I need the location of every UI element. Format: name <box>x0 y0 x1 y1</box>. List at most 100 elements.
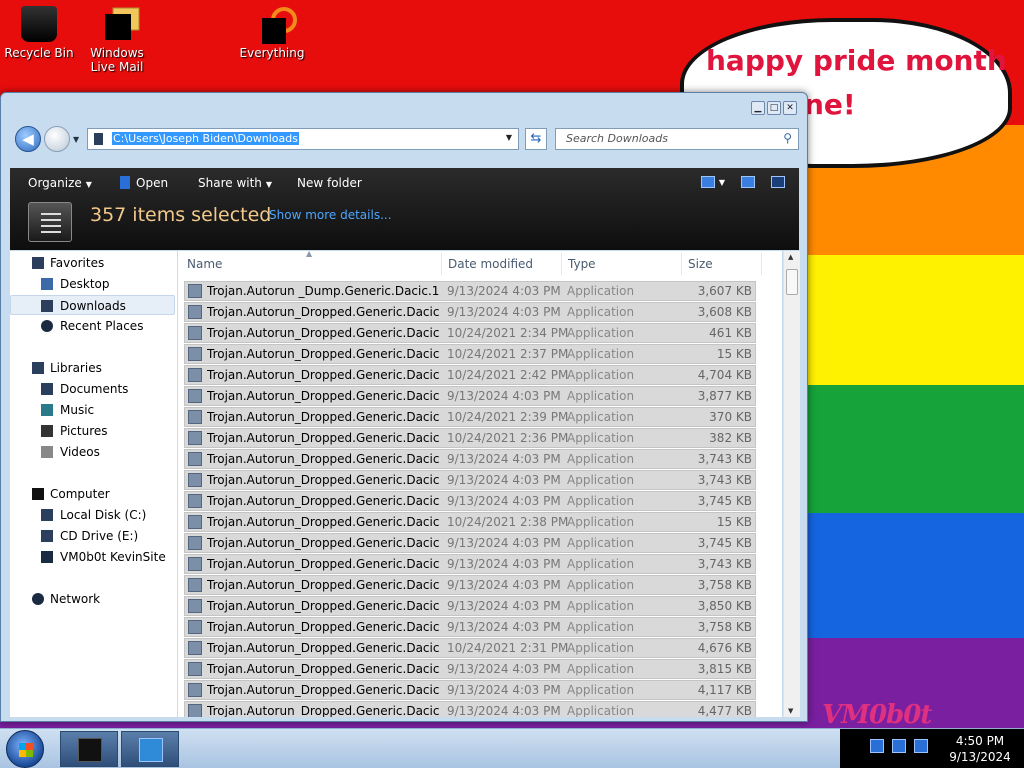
application-file-icon <box>188 578 202 592</box>
minimize-button[interactable]: ▁ <box>751 101 765 115</box>
file-row[interactable]: Trojan.Autorun_Dropped.Generic.Dacic.0..… <box>184 323 756 343</box>
search-input[interactable]: Search Downloads ⚲ <box>555 128 799 150</box>
nav-favorites[interactable]: Favorites <box>10 253 175 273</box>
desktop-icon-windows-live-mail[interactable]: Windows Live Mail <box>79 6 155 74</box>
window-titlebar[interactable]: ▁ □ ✕ <box>1 93 807 121</box>
help-icon[interactable] <box>771 176 785 188</box>
scroll-up-icon[interactable]: ▲ <box>788 253 793 261</box>
file-name: Trojan.Autorun_Dropped.Generic.Dacic.0..… <box>207 557 439 571</box>
file-row[interactable]: Trojan.Autorun_Dropped.Generic.Dacic.0..… <box>184 596 756 616</box>
file-row[interactable]: Trojan.Autorun_Dropped.Generic.Dacic.0..… <box>184 365 756 385</box>
column-header-size[interactable]: Size <box>688 257 713 271</box>
recent-pages-dropdown-icon[interactable]: ▼ <box>73 135 79 144</box>
address-bar[interactable]: C:\Users\Joseph Biden\Downloads ▼ <box>87 128 519 150</box>
show-more-details-link[interactable]: Show more details... <box>269 208 392 222</box>
new-folder-button[interactable]: New folder <box>297 176 362 190</box>
column-header-date[interactable]: Date modified <box>448 257 533 271</box>
chevron-down-icon[interactable]: ▼ <box>719 178 725 187</box>
file-row[interactable]: Trojan.Autorun_Dropped.Generic.Dacic.0..… <box>184 554 756 574</box>
file-row[interactable]: Trojan.Autorun_Dropped.Generic.Dacic.0..… <box>184 701 756 717</box>
nav-libraries[interactable]: Libraries <box>10 358 175 378</box>
organize-button[interactable]: Organize ▼ <box>28 176 92 190</box>
file-row[interactable]: Trojan.Autorun_Dropped.Generic.Dacic.0..… <box>184 512 756 532</box>
file-row[interactable]: Trojan.Autorun_Dropped.Generic.Dacic.0..… <box>184 491 756 511</box>
scrollbar-thumb[interactable] <box>786 269 798 295</box>
preview-pane-icon[interactable] <box>741 176 755 188</box>
vertical-scrollbar[interactable]: ▲ ▼ <box>783 251 800 717</box>
back-button[interactable]: ◀ <box>15 126 41 152</box>
column-header-type[interactable]: Type <box>568 257 596 271</box>
videos-icon <box>41 446 53 458</box>
file-row[interactable]: Trojan.Autorun_Dropped.Generic.Dacic.0..… <box>184 386 756 406</box>
desktop-icon-recycle-bin[interactable]: Recycle Bin <box>1 6 77 60</box>
file-row[interactable]: Trojan.Autorun_Dropped.Generic.Dacic.0..… <box>184 470 756 490</box>
windows-logo-icon <box>19 743 33 757</box>
folder-icon <box>94 133 103 145</box>
file-row[interactable]: Trojan.Autorun_Dropped.Generic.Dacic.0..… <box>184 344 756 364</box>
speech-bubble-text: happy pride month <box>706 44 1007 77</box>
close-button[interactable]: ✕ <box>783 101 797 115</box>
nav-recent-places[interactable]: Recent Places <box>10 316 175 336</box>
file-date: 10/24/2021 2:36 PM <box>447 431 569 445</box>
nav-cd-drive[interactable]: CD Drive (E:) <box>10 526 175 546</box>
file-row[interactable]: Trojan.Autorun_Dropped.Generic.Dacic.0..… <box>184 659 756 679</box>
open-button[interactable]: Open <box>120 176 168 190</box>
file-row[interactable]: Trojan.Autorun_Dropped.Generic.Dacic.0..… <box>184 617 756 637</box>
file-row[interactable]: Trojan.Autorun_Dropped.Generic.Dacic.0..… <box>184 575 756 595</box>
nav-videos[interactable]: Videos <box>10 442 175 462</box>
change-view-icon[interactable] <box>700 176 715 188</box>
everything-search-icon <box>254 6 297 44</box>
address-dropdown-icon[interactable]: ▼ <box>506 133 512 142</box>
search-icon[interactable]: ⚲ <box>783 131 792 145</box>
scroll-down-icon[interactable]: ▼ <box>788 707 793 715</box>
application-file-icon <box>188 326 202 340</box>
tray-shield-icon[interactable] <box>870 739 884 753</box>
file-date: 9/13/2024 4:03 PM <box>447 704 561 717</box>
file-type: Application <box>567 515 635 529</box>
file-row[interactable]: Trojan.Autorun _Dump.Generic.Dacic.19...… <box>184 281 756 301</box>
file-date: 9/13/2024 4:03 PM <box>447 494 561 508</box>
file-row[interactable]: Trojan.Autorun_Dropped.Generic.Dacic.0..… <box>184 428 756 448</box>
desktop-icon-everything[interactable]: Everything <box>234 6 310 60</box>
nav-network[interactable]: Network <box>10 589 175 609</box>
taskbar-clock[interactable]: 4:50 PM 9/13/2024 <box>940 733 1020 765</box>
file-row[interactable]: Trojan.Autorun_Dropped.Generic.Dacic.0..… <box>184 407 756 427</box>
nav-vm-site[interactable]: VM0b0t KevinSite <box>10 547 175 567</box>
nav-local-disk[interactable]: Local Disk (C:) <box>10 505 175 525</box>
file-size: 3,758 KB <box>697 620 752 634</box>
file-date: 9/13/2024 4:03 PM <box>447 662 561 676</box>
file-size: 4,704 KB <box>697 368 752 382</box>
file-row[interactable]: Trojan.Autorun_Dropped.Generic.Dacic.0..… <box>184 449 756 469</box>
refresh-button[interactable]: ⇆ <box>525 128 547 150</box>
tray-network-icon[interactable] <box>892 739 906 753</box>
application-file-icon <box>188 515 202 529</box>
nav-downloads[interactable]: Downloads <box>10 295 175 315</box>
nav-desktop[interactable]: Desktop <box>10 274 175 294</box>
file-row[interactable]: Trojan.Autorun_Dropped.Generic.Dacic.0..… <box>184 302 756 322</box>
tray-volume-icon[interactable] <box>914 739 928 753</box>
nav-label: VM0b0t KevinSite <box>60 550 166 564</box>
taskbar-app-search[interactable] <box>121 731 179 767</box>
file-row[interactable]: Trojan.Autorun_Dropped.Generic.Dacic.0..… <box>184 638 756 658</box>
taskbar-app-explorer[interactable] <box>60 731 118 767</box>
forward-button[interactable] <box>44 126 70 152</box>
maximize-button[interactable]: □ <box>767 101 781 115</box>
nav-label: Libraries <box>50 361 102 375</box>
file-date: 9/13/2024 4:03 PM <box>447 620 561 634</box>
file-name: Trojan.Autorun_Dropped.Generic.Dacic.0..… <box>207 326 439 340</box>
file-type: Application <box>567 494 635 508</box>
nav-pictures[interactable]: Pictures <box>10 421 175 441</box>
clock-time: 4:50 PM <box>955 734 1005 748</box>
file-name: Trojan.Autorun_Dropped.Generic.Dacic.0..… <box>207 704 439 717</box>
file-row[interactable]: Trojan.Autorun_Dropped.Generic.Dacic.0..… <box>184 533 756 553</box>
nav-computer[interactable]: Computer <box>10 484 175 504</box>
address-text[interactable]: C:\Users\Joseph Biden\Downloads <box>112 132 299 145</box>
share-with-button[interactable]: Share with ▼ <box>198 176 272 190</box>
column-header-name[interactable]: Name <box>187 257 222 271</box>
start-button[interactable] <box>6 730 44 768</box>
nav-documents[interactable]: Documents <box>10 379 175 399</box>
nav-music[interactable]: Music <box>10 400 175 420</box>
file-row[interactable]: Trojan.Autorun_Dropped.Generic.Dacic.0..… <box>184 680 756 700</box>
file-date: 9/13/2024 4:03 PM <box>447 284 561 298</box>
desktop-icon <box>41 278 53 290</box>
